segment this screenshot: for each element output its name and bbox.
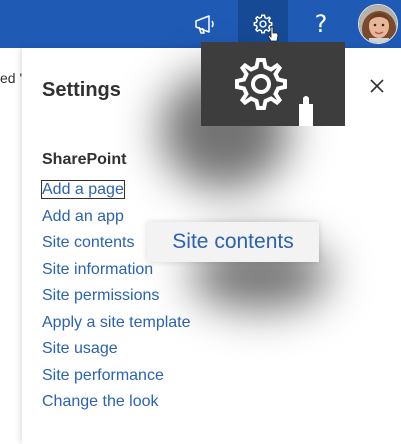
link-add-a-page-label: Add a page — [41, 180, 125, 199]
user-avatar[interactable] — [358, 4, 398, 44]
gear-icon — [235, 58, 313, 126]
help-button[interactable]: ? — [296, 0, 346, 48]
page-background: ed ' — [0, 48, 22, 444]
page-text-fragment: ed ' — [0, 70, 23, 86]
section-title-sharepoint: SharePoint — [42, 151, 127, 168]
link-add-an-app-label: Add an app — [42, 207, 124, 225]
sharepoint-links: Add a page Add an app Site contents Site… — [41, 178, 191, 417]
link-site-performance[interactable]: Site performance — [42, 364, 191, 391]
link-site-usage[interactable]: Site usage — [42, 337, 191, 364]
link-site-permissions-label: Site permissions — [42, 287, 160, 304]
link-site-permissions[interactable]: Site permissions — [42, 284, 191, 311]
link-change-the-look-label: Change the look — [42, 393, 159, 410]
panel-title: Settings — [42, 79, 121, 101]
link-apply-site-template[interactable]: Apply a site template — [42, 311, 191, 338]
suite-header: ? — [0, 0, 401, 48]
link-site-information-label: Site information — [42, 260, 154, 278]
site-contents-tooltip: Site contents — [147, 222, 319, 262]
link-change-the-look[interactable]: Change the look — [42, 390, 191, 417]
link-site-performance-label: Site performance — [42, 366, 164, 384]
link-site-contents-label: Site contents — [42, 234, 135, 251]
link-add-a-page[interactable]: Add a page — [41, 178, 191, 205]
zoom-callout — [201, 42, 345, 126]
settings-button[interactable] — [238, 0, 288, 48]
close-icon[interactable] — [368, 77, 386, 95]
help-label: ? — [314, 10, 328, 38]
link-site-usage-label: Site usage — [42, 340, 118, 357]
avatar-photo — [359, 5, 397, 43]
mouse-cursor-icon — [268, 26, 279, 42]
megaphone-icon — [195, 15, 214, 34]
link-apply-site-template-label: Apply a site template — [42, 313, 191, 331]
news-button[interactable] — [180, 0, 230, 48]
tooltip-label: Site contents — [172, 230, 294, 253]
